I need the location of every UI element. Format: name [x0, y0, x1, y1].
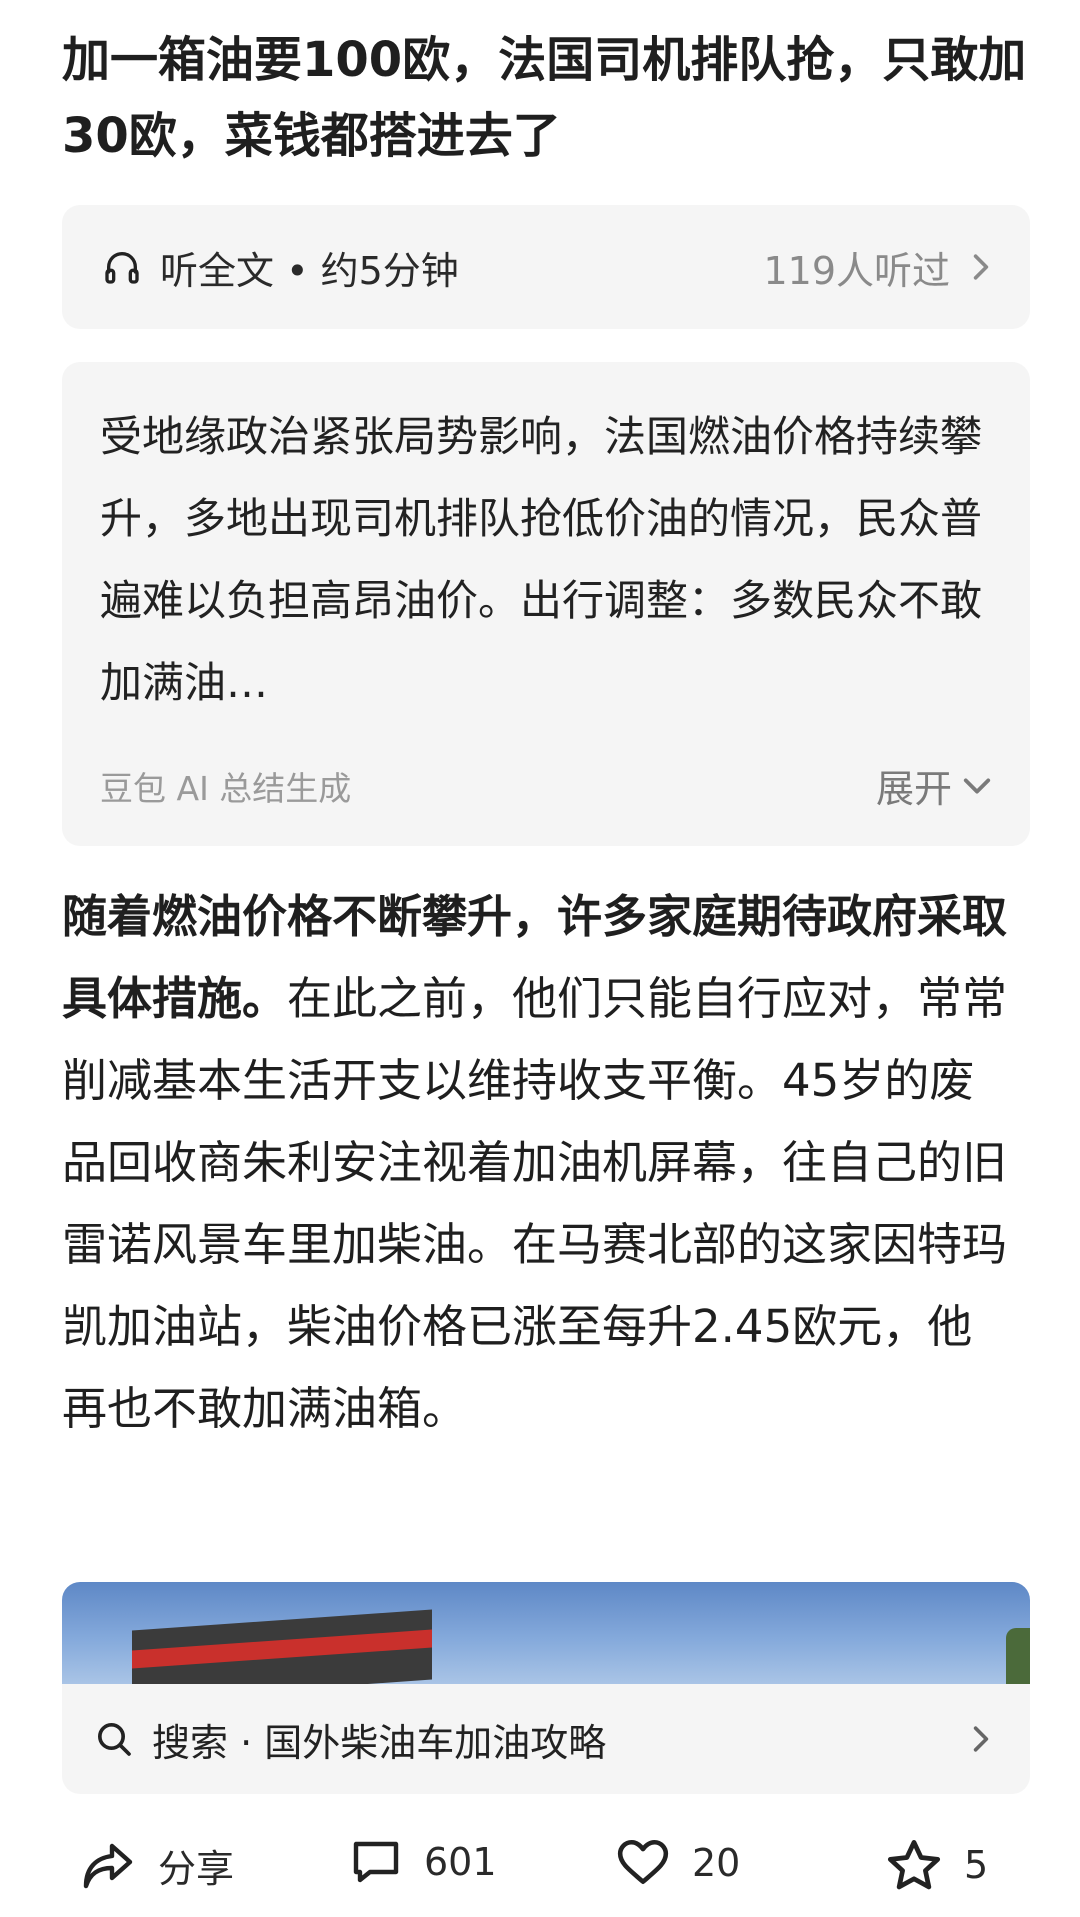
share-icon [83, 1843, 133, 1888]
listen-label-group: 听全文 • 约5分钟 [102, 240, 459, 295]
heart-icon [617, 1839, 669, 1884]
article-page: 加一箱油要100欧，法国司机排队抢，只敢加30欧，菜钱都搭进去了 听全文 • 约… [0, 0, 1080, 1917]
article-image[interactable] [62, 1582, 1030, 1684]
search-query: 搜索 · 国外柴油车加油攻略 [152, 1720, 607, 1765]
star-icon [887, 1840, 941, 1890]
comment-icon [353, 1841, 399, 1883]
comment-count: 601 [424, 1840, 497, 1884]
comment-button[interactable]: 601 [350, 1838, 497, 1886]
expand-label: 展开 [875, 767, 952, 811]
chevron-right-icon [973, 1726, 989, 1752]
article-title: 加一箱油要100欧，法国司机排队抢，只敢加30欧，菜钱都搭进去了 [62, 32, 1027, 164]
favorite-button[interactable]: 5 [886, 1838, 988, 1892]
like-count: 20 [692, 1841, 741, 1885]
share-button[interactable]: 分享 [80, 1838, 234, 1893]
headphones-icon [105, 252, 139, 284]
listen-label: 听全文 • 约5分钟 [160, 248, 459, 293]
tree-shape [1006, 1628, 1030, 1684]
listen-full-text-bar[interactable]: 听全文 • 约5分钟 119人听过 [62, 205, 1030, 329]
summary-text: 受地缘政治紧张局势影响，法国燃油价格持续攀升，多地出现司机排队抢低价油的情况，民… [100, 412, 983, 707]
bottom-action-bar: 分享 601 20 5 [0, 1820, 1080, 1910]
ai-summary-card: 受地缘政治紧张局势影响，法国燃油价格持续攀升，多地出现司机排队抢低价油的情况，民… [62, 362, 1030, 846]
expand-button[interactable]: 展开 [876, 758, 992, 813]
favorite-count: 5 [964, 1843, 989, 1887]
related-search-bar[interactable]: 搜索 · 国外柴油车加油攻略 [62, 1684, 1030, 1794]
search-icon [98, 1723, 131, 1756]
chevron-right-icon [973, 254, 989, 280]
listener-count: 119人听过 [763, 248, 950, 293]
article-paragraph: 在此之前，他们只能自行应对，常常削减基本生活开支以维持收支平衡。45岁的废品回收… [62, 972, 1008, 1435]
share-label: 分享 [158, 1847, 235, 1891]
chevron-down-icon [963, 778, 991, 793]
summary-source: 豆包 AI 总结生成 [100, 768, 352, 808]
listen-count-group: 119人听过 [763, 240, 990, 295]
summary-footer: 豆包 AI 总结生成 展开 [100, 758, 992, 813]
article-body: 随着燃油价格不断攀升，许多家庭期待政府采取具体措施。在此之前，他们只能自行应对，… [62, 876, 1008, 1450]
like-button[interactable]: 20 [616, 1838, 740, 1888]
